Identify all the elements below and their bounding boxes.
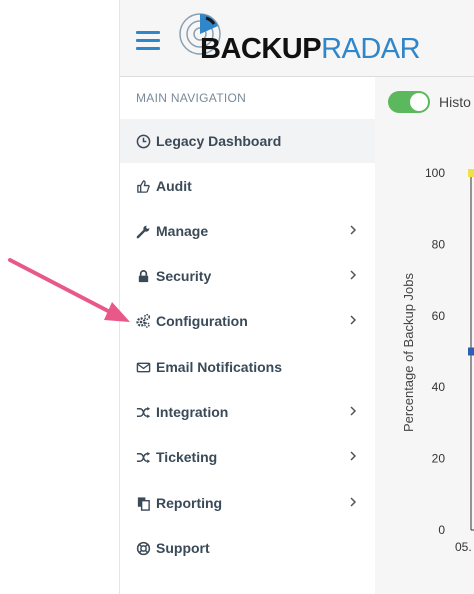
copy-icon <box>135 495 151 511</box>
sidebar-item-audit[interactable]: Audit <box>120 164 375 208</box>
sidebar-item-label: Integration <box>156 404 229 420</box>
sidebar-item-label: Ticketing <box>156 449 218 465</box>
history-toggle[interactable] <box>388 91 430 113</box>
y-tick-label: 40 <box>432 380 446 394</box>
sidebar-item-label: Audit <box>156 178 192 194</box>
sidebar: MAIN NAVIGATION Legacy Dashboard Audit M… <box>119 77 376 594</box>
wrench-icon <box>135 223 151 239</box>
chevron-right-icon <box>350 406 357 416</box>
sidebar-item-integration[interactable]: Integration <box>120 390 375 434</box>
shuffle-icon <box>135 404 151 420</box>
chevron-right-icon <box>350 270 357 280</box>
x-tick-label: 05. <box>455 540 472 554</box>
envelope-icon <box>135 359 151 375</box>
y-tick-label: 100 <box>425 166 445 180</box>
sidebar-item-support[interactable]: Support <box>120 526 375 570</box>
sidebar-item-reporting[interactable]: Reporting <box>120 481 375 525</box>
sidebar-item-ticketing[interactable]: Ticketing <box>120 435 375 479</box>
pointer-arrow-annotation <box>8 258 130 322</box>
hamburger-menu-icon[interactable] <box>136 31 160 51</box>
shuffle-icon <box>135 449 151 465</box>
chevron-right-icon <box>350 315 357 325</box>
sidebar-item-email-notifications[interactable]: Email Notifications <box>120 345 375 389</box>
logo-radar-text: RADAR <box>321 33 421 65</box>
chevron-right-icon <box>350 225 357 235</box>
sidebar-item-security[interactable]: Security <box>120 254 375 298</box>
sidebar-item-manage[interactable]: Manage <box>120 209 375 253</box>
sidebar-item-label: Support <box>156 540 210 556</box>
logo-backup-text: BACKUP <box>200 33 322 65</box>
series-point-1 <box>468 347 474 356</box>
y-axis-ticks: 100 80 60 40 20 0 <box>425 166 445 537</box>
backup-radar-logo[interactable]: BACKUPRADAR <box>178 10 421 66</box>
sidebar-item-label: Legacy Dashboard <box>156 133 282 149</box>
sidebar-item-label: Reporting <box>156 495 223 511</box>
clock-icon <box>135 133 151 149</box>
chevron-right-icon <box>350 497 357 507</box>
thumbs-up-icon <box>135 178 151 194</box>
sidebar-item-configuration[interactable]: Configuration <box>120 299 375 343</box>
top-bar: BACKUPRADAR <box>119 0 474 77</box>
series-point-0 <box>468 169 474 177</box>
nav-header: MAIN NAVIGATION <box>136 91 247 105</box>
backup-jobs-chart: Percentage of Backup Jobs 100 80 60 40 20 0 0… <box>401 166 474 554</box>
y-tick-label: 20 <box>432 452 446 466</box>
sidebar-item-label: Security <box>156 268 212 284</box>
toggle-knob <box>410 93 428 111</box>
sidebar-item-label: Configuration <box>156 313 248 329</box>
logo-text: BACKUPRADAR <box>200 33 421 65</box>
y-tick-label: 60 <box>432 309 446 323</box>
life-ring-icon <box>135 540 151 556</box>
y-tick-label: 80 <box>432 237 446 251</box>
toggle-label: Histo <box>439 94 471 110</box>
sidebar-item-label: Email Notifications <box>156 359 283 375</box>
y-tick-label: 0 <box>438 523 445 537</box>
chevron-right-icon <box>350 451 357 461</box>
sidebar-item-label: Manage <box>156 223 209 239</box>
y-axis-label: Percentage of Backup Jobs <box>401 273 416 432</box>
sidebar-item-legacy-dashboard[interactable]: Legacy Dashboard <box>120 119 375 163</box>
